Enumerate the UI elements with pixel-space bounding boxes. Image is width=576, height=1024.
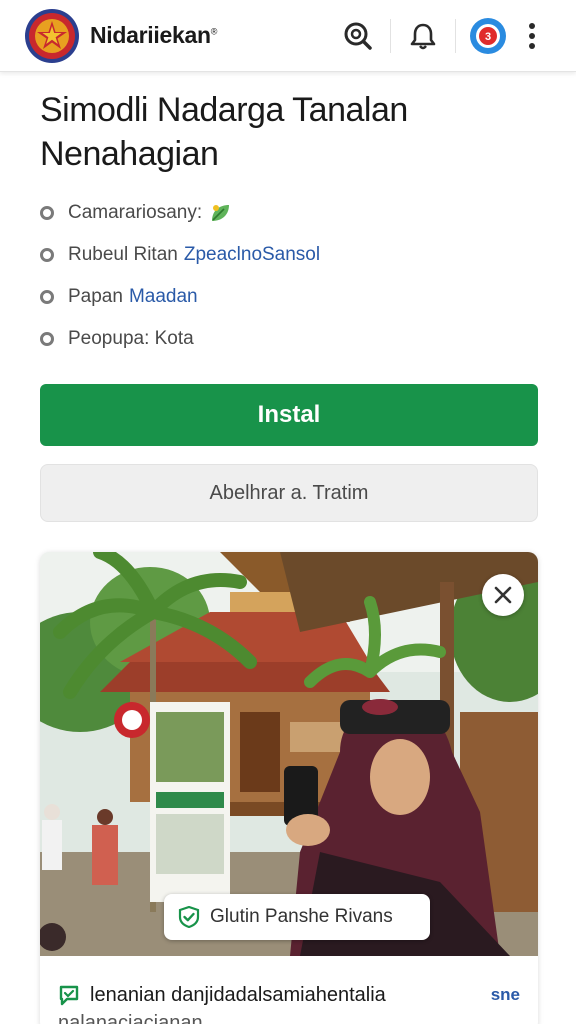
divider <box>455 18 456 53</box>
secondary-button[interactable]: Abelhrar a. Tratim <box>40 464 538 522</box>
check-shield-icon <box>178 906 200 928</box>
detail-item: Peopupa: Kota <box>40 318 540 360</box>
search-icon <box>344 22 372 50</box>
brand-name: Nidariiekan® <box>90 22 218 48</box>
bullet-icon <box>40 248 54 262</box>
notifications-button[interactable] <box>399 12 447 60</box>
divider <box>390 18 391 53</box>
detail-link[interactable]: Maadan <box>129 286 198 308</box>
footer-row: lenanian danjidadalsamiahentalia sne <box>58 982 520 1008</box>
chip-label: Glutin Panshe Rivans <box>210 906 393 927</box>
appbar-actions: 3 <box>334 12 552 60</box>
close-icon <box>494 586 512 604</box>
footer-badge[interactable]: sne <box>491 982 520 1008</box>
card-footer: lenanian danjidadalsamiahentalia sne nal… <box>40 956 538 1024</box>
badge-count: 3 <box>485 31 491 43</box>
leaf-icon <box>212 205 230 221</box>
preview-card: Glutin Panshe Rivans lenanian danjidadal… <box>40 552 538 1024</box>
more-vert-icon <box>529 22 535 49</box>
logo-icon <box>25 8 79 63</box>
app-badge-button[interactable]: 3 <box>464 12 512 60</box>
detail-item: Papan Maadan <box>40 276 540 318</box>
close-button[interactable] <box>482 574 524 616</box>
bell-icon <box>410 23 436 49</box>
more-options-button[interactable] <box>512 12 552 60</box>
detail-link[interactable]: ZpeaclnoSansol <box>184 244 320 266</box>
page-title: Simodli Nadarga Tanalan Nenahagian <box>40 91 408 173</box>
detail-item: Rubeul Ritan ZpeaclnoSansol <box>40 234 540 276</box>
install-button[interactable]: Instal <box>40 384 538 446</box>
location-chip[interactable]: Glutin Panshe Rivans <box>164 894 430 940</box>
app-badge-icon: 3 <box>470 17 506 54</box>
search-button[interactable] <box>334 12 382 60</box>
app-bar: Nidariiekan® 3 <box>0 0 576 72</box>
bullet-icon <box>40 290 54 304</box>
detail-list: Camarariosany: Rubeul Ritan ZpeaclnoSans… <box>40 192 540 360</box>
chat-icon <box>58 984 80 1006</box>
bullet-icon <box>40 206 54 220</box>
footer-text: lenanian danjidadalsamiahentalia <box>90 984 386 1006</box>
footer-subtext: nalanaciacianan <box>58 1012 203 1024</box>
bullet-icon <box>40 332 54 346</box>
detail-item: Camarariosany: <box>40 192 540 234</box>
